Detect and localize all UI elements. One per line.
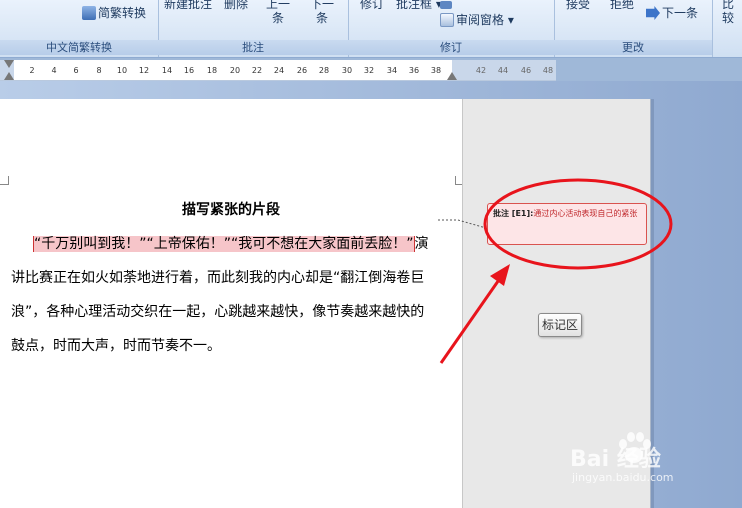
first-line-indent-marker[interactable]: [4, 60, 14, 68]
group-tracking: 修订 批注框 ▾ 审阅窗格 ▾ 修订: [348, 0, 555, 57]
ruler-tick: 16: [183, 66, 195, 75]
group-changes: 接受 拒绝 下一条 更改: [554, 0, 713, 57]
accept-button[interactable]: 接受: [566, 0, 590, 11]
next-arrow-icon: [646, 6, 660, 20]
compare-button[interactable]: 比较: [722, 0, 742, 25]
next-label-bottom: 条: [316, 11, 329, 25]
reviewing-pane-button[interactable]: 审阅窗格 ▾: [440, 13, 514, 27]
watermark-url: jingyan.baidu.com: [572, 471, 674, 484]
left-indent-marker[interactable]: [4, 72, 14, 80]
group-label: 批注: [158, 40, 348, 55]
group-label: 修订: [348, 40, 554, 55]
watermark: Bai 经验 jingyan.baidu.com: [570, 429, 740, 489]
group-compare: 比较: [712, 0, 742, 57]
ruler-tick: 42: [475, 66, 487, 75]
balloons-button[interactable]: 批注框 ▾: [396, 0, 442, 11]
ruler-tick: 12: [138, 66, 150, 75]
ruler-tick: 14: [161, 66, 173, 75]
comment-balloon[interactable]: 批注 [E1]:通过内心活动表现自己的紧张: [487, 203, 647, 245]
comment-text: 通过内心活动表现自己的紧张: [533, 209, 638, 218]
delete-comment-button[interactable]: 删除: [224, 0, 248, 11]
ribbon: 简繁转换 中文简繁转换 新建批注 删除 上一条 下一条 批注 修订 批注框 ▾ …: [0, 0, 742, 58]
reviewing-pane-icon: [440, 13, 454, 27]
ruler-tick: 48: [542, 66, 554, 75]
convert-icon: [82, 6, 96, 20]
ruler-tick: 36: [408, 66, 420, 75]
document-area: 描写紧张的片段 “千万别叫到我！”“上帝保佑！”“我可不想在大家面前丢脸！”演 …: [0, 81, 742, 508]
next-label-top: 下一: [310, 0, 335, 11]
ruler-tick: 8: [96, 66, 102, 75]
ruler-tick: 22: [251, 66, 263, 75]
ruler-tick: 26: [296, 66, 308, 75]
ruler-tick: 28: [318, 66, 330, 75]
document-page[interactable]: 描写紧张的片段 “千万别叫到我！”“上帝保佑！”“我可不想在大家面前丢脸！”演 …: [0, 99, 464, 508]
chevron-down-icon: ▾: [507, 13, 514, 27]
previous-comment-button[interactable]: 上一条: [266, 0, 290, 25]
paragraph-line: 浪”，各种心理活动交织在一起，心跳越来越快，像节奏越来越快的: [11, 304, 425, 320]
commented-text[interactable]: “千万别叫到我！”“上帝保佑！”“我可不想在大家面前丢脸！”: [33, 236, 415, 252]
group-comments: 新建批注 删除 上一条 下一条 批注: [158, 0, 349, 57]
ruler-tick: 20: [229, 66, 241, 75]
ruler-tick: 30: [341, 66, 353, 75]
prev-label-top: 上一: [266, 0, 291, 11]
group-label: 中文简繁转换: [0, 40, 158, 55]
comment-label: 批注 [E1]:: [493, 209, 534, 218]
ruler-tick: 24: [273, 66, 285, 75]
ruler-tick: 46: [520, 66, 532, 75]
show-markup-icon[interactable]: [440, 0, 454, 12]
line-tail: 演: [414, 236, 429, 252]
ruler-tick: 34: [386, 66, 398, 75]
next-change-button[interactable]: 下一条: [646, 6, 698, 20]
ruler-tick: 4: [51, 66, 57, 75]
ruler-tick: 32: [363, 66, 375, 75]
group-chinese-conversion: 简繁转换 中文简繁转换: [0, 0, 159, 57]
ruler-tick: 18: [206, 66, 218, 75]
comment-connector: [438, 219, 487, 229]
watermark-brand: Bai 经验: [570, 447, 661, 472]
paragraph-line: 讲比赛正在如火如荼地进行着，而此刻我的内心却是“翻江倒海卷巨: [11, 270, 425, 286]
group-label: 更改: [554, 40, 712, 55]
new-comment-button[interactable]: 新建批注: [164, 0, 212, 11]
margin-corner-left: [0, 176, 9, 185]
paragraph-line: “千万别叫到我！”“上帝保佑！”“我可不想在大家面前丢脸！”演: [11, 233, 429, 253]
next-comment-button[interactable]: 下一条: [310, 0, 334, 25]
right-indent-marker[interactable]: [447, 72, 457, 80]
prev-label-bottom: 条: [272, 11, 285, 25]
reject-button[interactable]: 拒绝: [610, 0, 634, 11]
markup-area-button[interactable]: 标记区: [538, 313, 582, 337]
ruler-tick: 10: [116, 66, 128, 75]
document-title: 描写紧张的片段: [182, 202, 280, 218]
ruler-tick: 6: [73, 66, 79, 75]
track-changes-button[interactable]: 修订: [360, 0, 384, 11]
ruler-tick: 2: [29, 66, 35, 75]
paragraph-line: 鼓点，时而大声，时而节奏不一。: [11, 338, 221, 354]
horizontal-ruler[interactable]: 2 4 6 8 10 12 14 16 18 20 22 24 26 28 30 32 34 36 38 42 44 46…: [0, 60, 556, 81]
ruler-tick: 38: [430, 66, 442, 75]
convert-button[interactable]: 简繁转换: [82, 6, 146, 20]
ruler-tick: 44: [497, 66, 509, 75]
